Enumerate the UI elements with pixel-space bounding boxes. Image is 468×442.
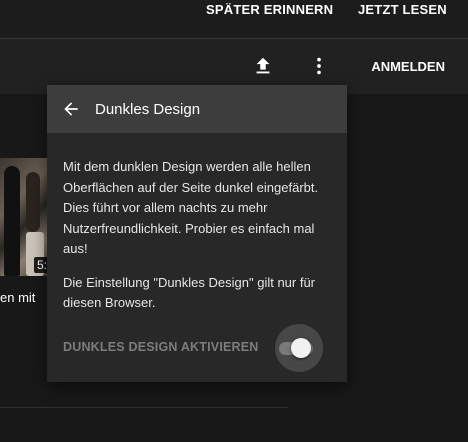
signin-button[interactable]: ANMELDEN: [371, 59, 445, 74]
more-vert-icon[interactable]: [308, 55, 330, 77]
video-title[interactable]: en mit: [0, 290, 35, 305]
content-divider: [0, 407, 288, 408]
popup-description: Mit dem dunklen Design werden alle helle…: [63, 159, 319, 256]
read-now-button[interactable]: JETZT LESEN: [358, 2, 447, 17]
dark-theme-toggle-row[interactable]: DUNKLES DESIGN AKTIVIEREN: [63, 324, 331, 372]
dark-theme-popup: Dunkles Design Mit dem dunklen Design we…: [47, 85, 347, 382]
popup-title: Dunkles Design: [95, 101, 201, 118]
back-arrow-icon[interactable]: [61, 99, 81, 119]
upload-icon[interactable]: [252, 55, 274, 77]
popup-header: Dunkles Design: [47, 85, 347, 133]
toggle-knob[interactable]: [291, 338, 311, 358]
notice-bar: SPÄTER ERINNERN JETZT LESEN: [0, 0, 468, 38]
thumbnail-figure: [4, 166, 20, 276]
popup-note: Die Einstellung "Dunkles Design" gilt nu…: [63, 274, 316, 311]
toggle-label: DUNKLES DESIGN AKTIVIEREN: [63, 340, 259, 354]
popup-body: Mit dem dunklen Design werden alle helle…: [63, 157, 339, 327]
remind-later-button[interactable]: SPÄTER ERINNERN: [206, 2, 333, 17]
thumbnail-figure: [26, 172, 40, 232]
